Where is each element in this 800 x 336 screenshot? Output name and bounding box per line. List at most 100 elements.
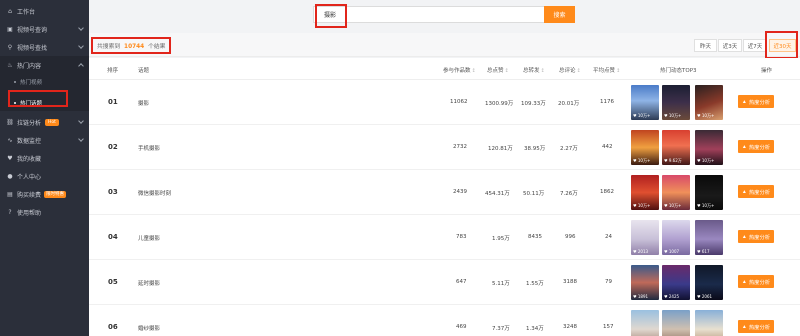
row-rank: 05 — [108, 278, 118, 286]
nav-hot-content[interactable]: ♨ 热门内容 — [0, 56, 89, 74]
top-post-thumbnail[interactable] — [695, 310, 723, 336]
top-post-thumbnail[interactable]: ♥ 10万+ — [695, 85, 723, 120]
top-post-thumbnail[interactable]: ♥ 10万+ — [662, 175, 690, 210]
topics-table: 排序 话题 参与作品数↕ 总点赞↕ 总转发↕ 总评论↕ 平均点赞↕ 热门动态TO… — [89, 58, 800, 336]
nav-hot-videos[interactable]: 热门视频 — [0, 74, 89, 90]
top-post-thumbnail[interactable]: ♥ 10万+ — [662, 85, 690, 120]
top-post-thumbnail[interactable]: ♥ 10万+ — [631, 85, 659, 120]
heat-analysis-button[interactable]: ▲ 热度分析 — [738, 185, 774, 198]
row-topic[interactable]: 婚纱摄影 — [138, 324, 160, 332]
nav-help[interactable]: ? 使用帮助 — [0, 203, 89, 221]
thumb-likes: ♥ 617 — [697, 249, 710, 254]
row-topic[interactable]: 微信摄影时刻 — [138, 189, 171, 197]
thumb-likes: ♥ 10万+ — [633, 158, 651, 163]
chevron-down-icon — [78, 43, 84, 49]
thumb-likes: ♥ 1891 — [633, 294, 649, 299]
row-rank: 02 — [108, 143, 118, 151]
fire-icon: ♨ — [7, 61, 13, 69]
nav-my-favorites[interactable]: ♥ 我的收藏 — [0, 149, 89, 167]
row-rank: 04 — [108, 233, 118, 241]
row-forwards: 50.11万 — [523, 191, 545, 197]
row-topic[interactable]: 儿童摄影 — [138, 234, 160, 242]
col-works[interactable]: 参与作品数↕ — [443, 66, 476, 74]
flame-icon: ▲ — [741, 278, 747, 285]
highlight-hot-topics — [8, 90, 68, 107]
nav-video-account-search[interactable]: ⚲ 视频号查找 — [0, 38, 89, 56]
nav-personal-center[interactable]: ● 个人中心 — [0, 167, 89, 185]
nav-ranking-analysis-label: 拉链分析 — [17, 119, 42, 127]
highlight-period-30days — [765, 31, 798, 59]
thumb-likes-value: 10万+ — [701, 203, 715, 208]
row-avg-likes: 79 — [605, 279, 612, 285]
top-post-thumbnail[interactable]: ♥ 10万+ — [695, 130, 723, 165]
nav-video-search-label: 视频号查询 — [17, 26, 48, 34]
col-works-label: 参与作品数 — [443, 68, 471, 74]
row-works: 11062 — [450, 99, 468, 105]
nav-video-account-search-label: 视频号查找 — [17, 44, 48, 52]
bullet-icon — [14, 81, 16, 83]
nav-video-search[interactable]: ▣ 视频号查询 — [0, 20, 89, 38]
search-input[interactable] — [314, 7, 544, 22]
period-tab-3days[interactable]: 近3天 — [718, 39, 742, 52]
top-post-thumbnail[interactable]: ♥ 10万+ — [695, 175, 723, 210]
top-post-thumbnail[interactable]: ♥ 2425 — [662, 265, 690, 300]
top-post-thumbnail[interactable] — [631, 310, 659, 336]
heat-analysis-button[interactable]: ▲ 热度分析 — [738, 140, 774, 153]
top-post-thumbnail[interactable]: ♥ 9.62万 — [662, 130, 690, 165]
heat-analysis-button[interactable]: ▲ 热度分析 — [738, 95, 774, 108]
top-post-thumbnail[interactable] — [662, 310, 690, 336]
period-tab-yesterday[interactable]: 昨天 — [694, 39, 717, 52]
row-forwards: 38.95万 — [524, 146, 546, 152]
row-topic[interactable]: 手机摄影 — [138, 144, 160, 152]
top-post-thumbnail[interactable]: ♥ 1891 — [631, 265, 659, 300]
col-likes-label: 总点赞 — [487, 68, 504, 74]
nav-data-monitor[interactable]: ∿ 数据监控 — [0, 131, 89, 149]
hot-badge: Hot — [45, 118, 59, 126]
highlight-search-input — [315, 4, 347, 28]
top-post-thumbnail[interactable]: ♥ 10万+ — [631, 130, 659, 165]
nav-purchase[interactable]: ▤ 购买续费 限时特惠 — [0, 185, 89, 203]
heat-analysis-button[interactable]: ▲ 热度分析 — [738, 320, 774, 333]
row-likes: 7.37万 — [492, 326, 510, 332]
table-header: 排序 话题 参与作品数↕ 总点赞↕ 总转发↕ 总评论↕ 平均点赞↕ 热门动态TO… — [89, 58, 800, 80]
thumb-likes: ♥ 10万+ — [697, 158, 715, 163]
row-comments: 3188 — [563, 279, 577, 285]
chevron-down-icon — [78, 118, 84, 124]
thumb-likes-value: 10万+ — [701, 113, 715, 118]
thumb-likes-value: 9.62万 — [668, 158, 682, 163]
search-button[interactable]: 搜索 — [544, 6, 575, 23]
heat-analysis-button[interactable]: ▲ 热度分析 — [738, 230, 774, 243]
row-works: 2732 — [453, 144, 467, 150]
row-likes: 5.11万 — [492, 281, 510, 287]
row-topic[interactable]: 摄影 — [138, 99, 149, 107]
col-comments[interactable]: 总评论↕ — [559, 66, 581, 74]
col-forwards[interactable]: 总转发↕ — [523, 66, 545, 74]
row-comments: 3248 — [563, 324, 577, 330]
period-tab-7days[interactable]: 近7天 — [743, 39, 767, 52]
nav-ranking-analysis[interactable]: ⛓ 拉链分析 Hot — [0, 113, 89, 131]
sort-icon: ↕ — [540, 68, 545, 74]
row-topic[interactable]: 延时摄影 — [138, 279, 160, 287]
top-post-thumbnail[interactable]: ♥ 2061 — [695, 265, 723, 300]
top-post-thumbnail[interactable]: ♥ 1007 — [662, 220, 690, 255]
row-works: 2439 — [453, 189, 467, 195]
top-post-thumbnail[interactable]: ♥ 2013 — [631, 220, 659, 255]
row-avg-likes: 24 — [605, 234, 612, 240]
row-comments: 7.26万 — [560, 191, 578, 197]
col-likes[interactable]: 总点赞↕ — [487, 66, 509, 74]
top-post-thumbnail[interactable]: ♥ 617 — [695, 220, 723, 255]
row-likes: 1.95万 — [492, 236, 510, 242]
col-avg-likes[interactable]: 平均点赞↕ — [593, 66, 620, 74]
nav-workbench[interactable]: ⌂ 工作台 — [0, 2, 89, 20]
top-post-thumbnail[interactable]: ♥ 10万+ — [631, 175, 659, 210]
heat-analysis-button[interactable]: ▲ 热度分析 — [738, 275, 774, 288]
help-icon: ? — [8, 208, 12, 216]
sort-icon: ↕ — [504, 68, 509, 74]
thumb-likes-value: 10万+ — [701, 158, 715, 163]
row-avg-likes: 1862 — [600, 189, 614, 195]
thumb-likes: ♥ 10万+ — [664, 203, 682, 208]
video-icon: ▣ — [7, 25, 13, 33]
chain-icon: ⛓ — [6, 118, 14, 126]
thumb-likes-value: 2425 — [668, 294, 680, 299]
thumb-likes-value: 1891 — [637, 294, 649, 299]
